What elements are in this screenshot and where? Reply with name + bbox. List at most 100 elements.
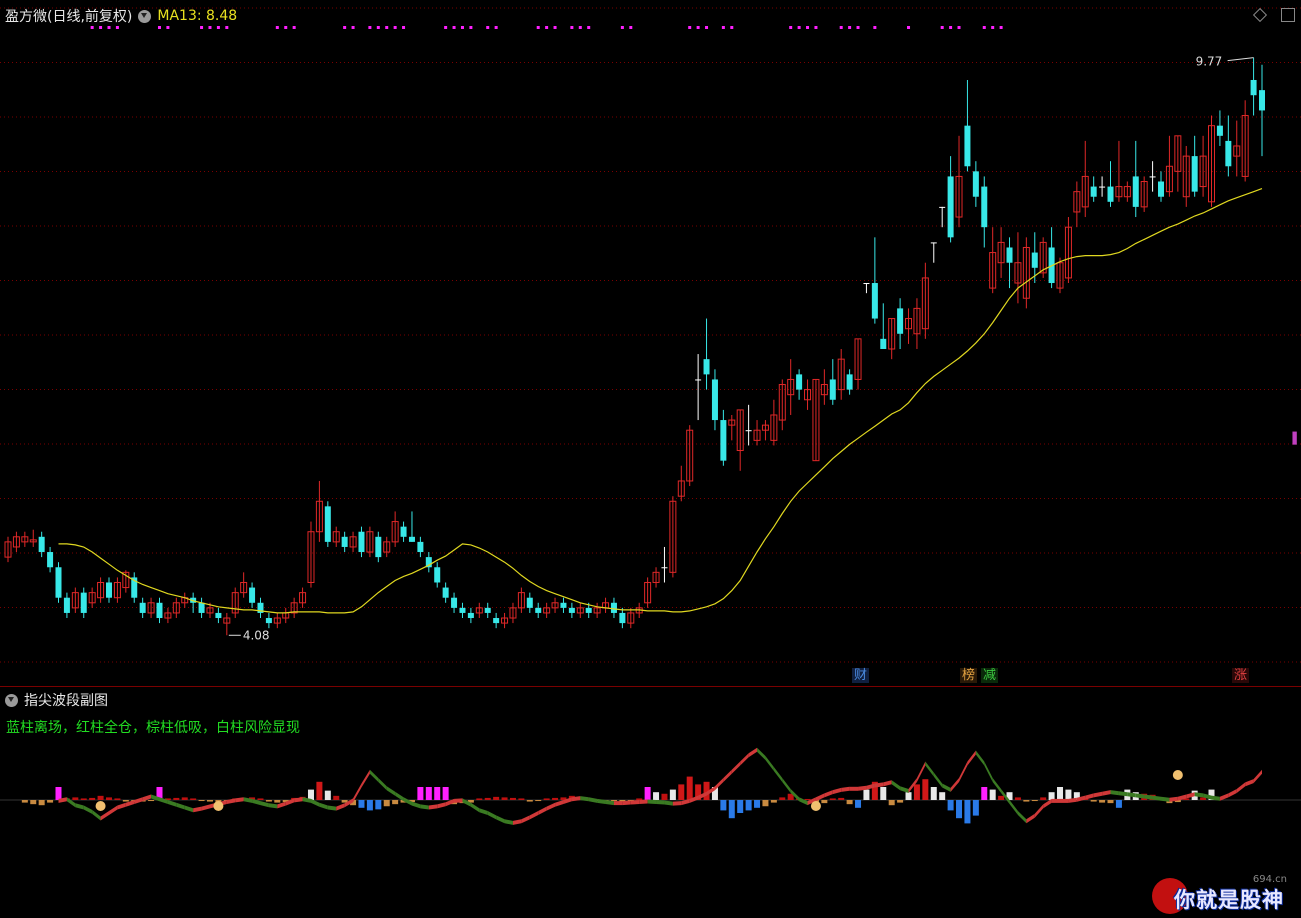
tag-finance[interactable]: 财: [852, 668, 870, 683]
top-signal-marker: [949, 26, 953, 29]
indicator-bar: [1031, 800, 1038, 802]
indicator-bar: [939, 792, 946, 800]
candle-body: [939, 206, 946, 208]
indicator-ribbon-segment: [891, 780, 901, 791]
indicator-ribbon-segment: [647, 799, 657, 804]
indicator-ribbon-segment: [1245, 779, 1254, 787]
indicator-ribbon-segment: [731, 761, 741, 774]
indicator-bar: [518, 798, 525, 800]
indicator-ribbon-segment: [92, 809, 101, 821]
hand-signal-icon-shape: [1172, 770, 1183, 780]
candlestick-chart[interactable]: 9.77 4.08: [0, 0, 1301, 686]
watermark-logo: 你就是股神 694.cn: [1152, 874, 1297, 916]
candle-body: [1107, 186, 1114, 202]
indicator-ribbon-segment: [975, 750, 985, 766]
indicator-bar: [122, 800, 129, 802]
candle-body: [467, 612, 474, 619]
indicator-ribbon-segment: [942, 783, 951, 792]
candle-body: [484, 607, 491, 613]
indicator-dropdown-icon[interactable]: [5, 693, 18, 707]
tag-finance-text: 财: [854, 668, 868, 683]
indicator-panel[interactable]: 指尖波段副图 蓝柱离场，红柱全仓，棕柱低吸，白柱风险显现: [0, 687, 1301, 918]
indicator-bar: [97, 795, 104, 800]
indicator-ribbon-segment: [782, 778, 791, 793]
indicator-header: 指尖波段副图: [5, 690, 108, 710]
indicator-ribbon-segment: [117, 802, 126, 810]
top-signal-marker: [216, 26, 220, 29]
hand-signal-icon-shape: [810, 801, 821, 811]
indicator-bar: [30, 800, 37, 805]
indicator-ribbon-segment: [319, 802, 328, 810]
ma13-label: MA13: 8.48: [157, 8, 238, 24]
indicator-ribbon-segment: [184, 805, 194, 813]
hand-signal-icon: [95, 801, 106, 811]
indicator-bar: [981, 787, 988, 800]
top-signal-marker: [225, 26, 229, 29]
indicator-bar: [535, 800, 542, 802]
hand-signal-icon-shape: [95, 801, 106, 811]
indicator-bar: [728, 800, 735, 819]
indicator-ribbon-segment: [748, 747, 758, 758]
indicator-bar: [324, 790, 331, 800]
top-signal-marker: [157, 26, 161, 29]
dropdown-icon[interactable]: [138, 9, 152, 23]
indicator-bar: [198, 800, 205, 802]
indicator-ribbon-segment: [361, 769, 370, 788]
top-signal-marker: [848, 26, 852, 29]
indicator-bar: [779, 797, 786, 800]
maximize-icon[interactable]: [1281, 8, 1295, 22]
indicator-bar: [678, 784, 685, 800]
candle-body: [897, 308, 904, 334]
indicator-bar: [770, 800, 777, 803]
indicator-ribbon-segment: [134, 797, 143, 804]
indicator-ribbon-segment: [883, 780, 892, 787]
indicator-ribbon-segment: [437, 802, 446, 809]
indicator-bar: [762, 800, 769, 807]
candle-body: [846, 374, 853, 390]
indicator-bar: [1090, 800, 1097, 802]
indicator-bar: [863, 789, 870, 800]
candle-body: [1031, 252, 1038, 268]
candle-body: [139, 602, 146, 613]
indicator-bar: [998, 795, 1005, 800]
indicator-ribbon-segment: [1034, 804, 1044, 818]
indicator-ribbon-segment: [555, 800, 564, 807]
indicator-bar: [383, 800, 390, 807]
indicator-ribbon-segment: [639, 799, 648, 804]
indicator-ribbon-segment: [420, 804, 429, 810]
top-signal-marker: [385, 26, 389, 29]
indicator-bar: [493, 796, 500, 800]
indicator-ribbon-segment: [336, 803, 345, 811]
tag-billboard[interactable]: 榜: [960, 668, 978, 683]
indicator-legend: 蓝柱离场，红柱全仓，棕柱低吸，白柱风险显现: [6, 720, 300, 736]
top-signal-marker: [873, 26, 877, 29]
indicator-bar: [930, 787, 937, 800]
candle-body: [1090, 186, 1097, 197]
top-signal-marker: [545, 26, 549, 29]
indicator-bar: [989, 789, 996, 800]
indicator-bar: [905, 792, 912, 800]
indicator-ribbon-segment: [622, 800, 631, 806]
tag-limit-up[interactable]: 涨: [1232, 668, 1250, 683]
indicator-ribbon-segment: [1161, 796, 1170, 802]
indicator-ribbon-segment: [916, 761, 926, 782]
candle-body: [981, 186, 988, 228]
indicator-ribbon-segment: [285, 798, 295, 806]
candle-body: [1191, 156, 1198, 192]
candle-body: [198, 602, 205, 613]
indicator-ribbon-segment: [327, 805, 337, 811]
indicator-bar: [653, 792, 660, 800]
candle-body: [560, 602, 567, 608]
indicator-bar: [913, 784, 920, 800]
tag-reduce[interactable]: 减: [981, 668, 999, 683]
price-chart-panel[interactable]: 9.77 4.08 盈方微(日线,前复权) MA13: 8.48 财 榜 减 涨 …: [0, 0, 1301, 687]
indicator-bar: [855, 800, 862, 808]
indicator-bar: [922, 779, 929, 800]
indicator-ribbon-segment: [1060, 798, 1069, 803]
top-signal-marker: [940, 26, 944, 29]
indicator-ribbon-segment: [100, 811, 109, 821]
top-signal-marker: [999, 26, 1003, 29]
top-signal-marker: [814, 26, 818, 29]
indicator-ribbon-segment: [167, 800, 177, 807]
indicator-ribbon-segment: [1017, 811, 1027, 824]
